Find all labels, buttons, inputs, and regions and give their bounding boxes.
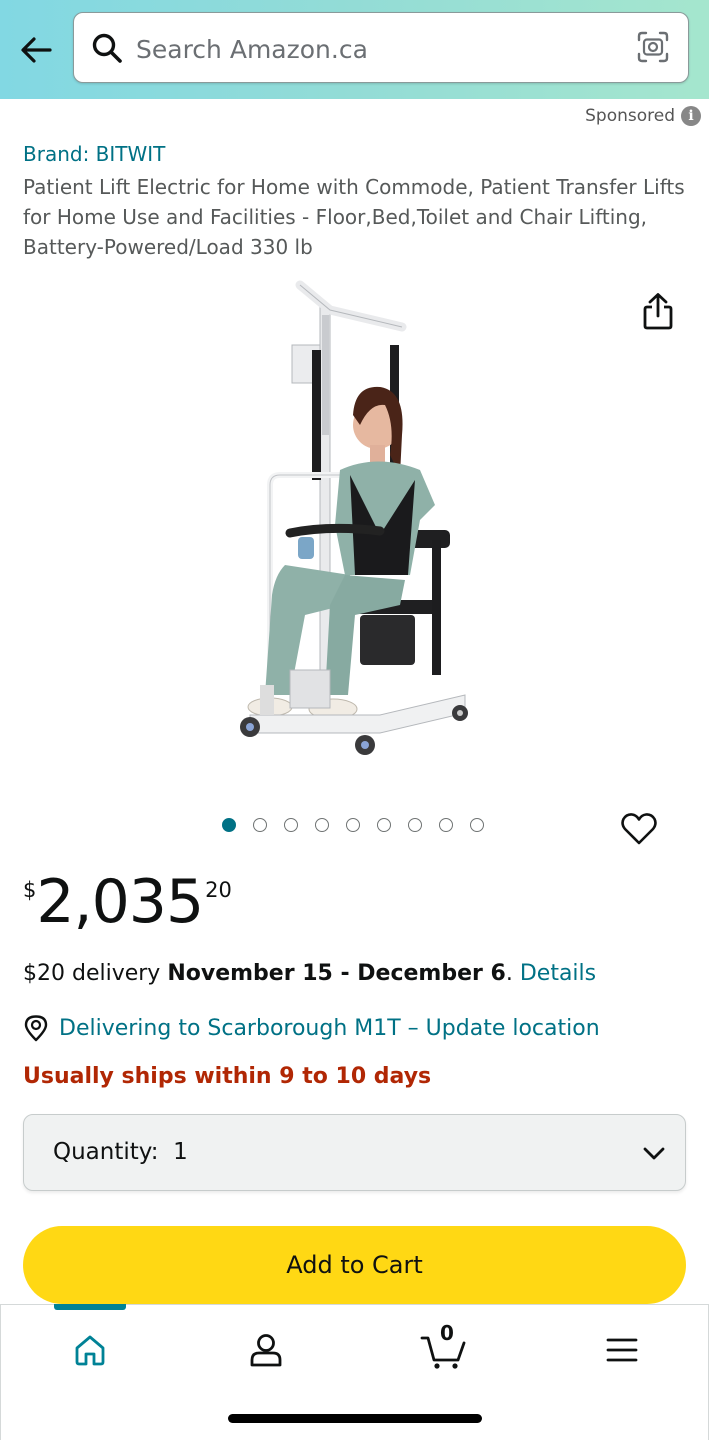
brand-link[interactable]: Brand: BITWIT: [23, 142, 165, 166]
search-input[interactable]: Search Amazon.ca: [73, 12, 689, 83]
carousel-dot[interactable]: [253, 818, 267, 832]
carousel-dot[interactable]: [377, 818, 391, 832]
price: $ 2,035 20: [23, 866, 232, 938]
top-bar: Search Amazon.ca: [0, 0, 709, 99]
camera-lens-icon[interactable]: [636, 30, 670, 64]
carousel-dot[interactable]: [315, 818, 329, 832]
search-placeholder: Search Amazon.ca: [136, 35, 368, 64]
share-icon[interactable]: [640, 292, 676, 332]
sponsored-text: Sponsored: [585, 106, 675, 126]
delivery-dates: November 15 - December 6: [167, 961, 506, 986]
back-arrow-icon[interactable]: [18, 32, 54, 68]
price-whole: 2,035: [36, 867, 204, 937]
carousel-dot[interactable]: [470, 818, 484, 832]
nav-menu[interactable]: [597, 1327, 647, 1373]
price-symbol: $: [23, 878, 37, 902]
quantity-value: 1: [173, 1139, 188, 1165]
home-icon: [75, 1335, 105, 1366]
quantity-label: Quantity: 1: [53, 1139, 188, 1165]
cart-count-badge: 0: [440, 1321, 454, 1345]
delivery-separator: .: [505, 961, 520, 986]
home-indicator: [228, 1414, 482, 1423]
price-fraction: 20: [205, 878, 232, 902]
nav-cart[interactable]: 0: [419, 1321, 469, 1373]
quantity-select[interactable]: Quantity: 1: [23, 1114, 686, 1191]
account-icon: [250, 1334, 282, 1367]
search-icon: [92, 33, 122, 63]
delivery-location[interactable]: Delivering to Scarborough M1T – Update l…: [23, 1014, 600, 1042]
product-image[interactable]: [230, 275, 480, 765]
carousel-dot[interactable]: [346, 818, 360, 832]
sponsored-label: Sponsored i: [585, 106, 701, 126]
carousel-dot[interactable]: [408, 818, 422, 832]
delivery-prefix: $20 delivery: [23, 961, 168, 986]
image-carousel-dots: [222, 818, 484, 832]
carousel-dot[interactable]: [222, 818, 236, 832]
active-tab-indicator: [54, 1304, 126, 1310]
add-to-cart-button[interactable]: Add to Cart: [23, 1226, 686, 1304]
product-title: Patient Lift Electric for Home with Comm…: [23, 175, 685, 259]
location-text[interactable]: Delivering to Scarborough M1T – Update l…: [59, 1016, 600, 1041]
chevron-down-icon: [643, 1147, 665, 1160]
delivery-info: $20 delivery November 15 - December 6. D…: [23, 961, 596, 986]
delivery-details-link[interactable]: Details: [520, 961, 596, 986]
carousel-dot[interactable]: [439, 818, 453, 832]
menu-icon: [606, 1338, 638, 1362]
availability-text: Usually ships within 9 to 10 days: [23, 1064, 432, 1089]
nav-home[interactable]: [65, 1327, 115, 1373]
location-pin-icon: [24, 1015, 48, 1042]
info-icon[interactable]: i: [681, 106, 701, 126]
carousel-dot[interactable]: [284, 818, 298, 832]
nav-account[interactable]: [241, 1327, 291, 1373]
heart-icon[interactable]: [620, 810, 658, 848]
